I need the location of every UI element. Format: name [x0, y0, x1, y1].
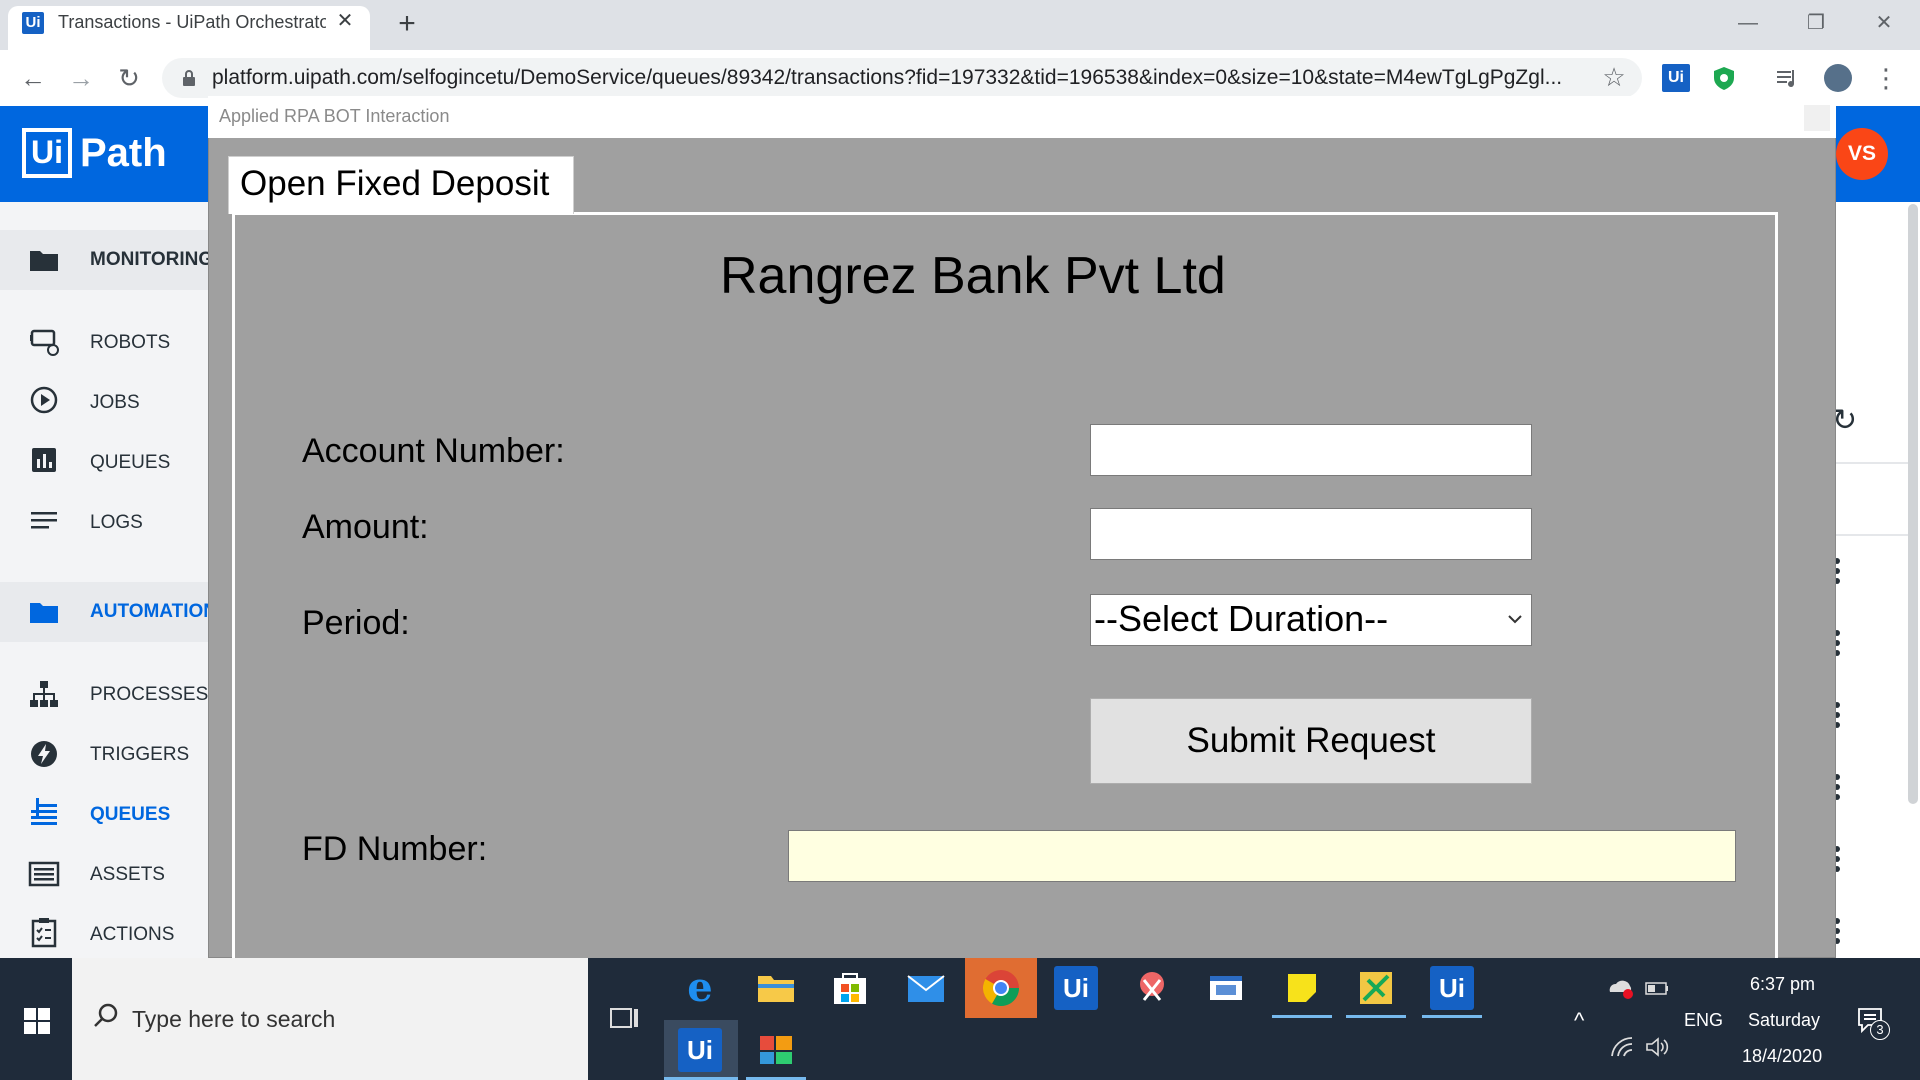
taskbar-search-placeholder: Type here to search — [132, 1006, 336, 1032]
row-divider — [1836, 534, 1908, 536]
media-control-icon[interactable] — [1774, 64, 1802, 92]
folder-icon — [30, 603, 58, 623]
running-indicator — [1272, 1015, 1332, 1018]
uipath-logo-text: Path — [80, 131, 167, 175]
hierarchy-icon — [30, 681, 58, 707]
chrome-icon[interactable] — [979, 966, 1023, 1010]
folder-icon — [30, 251, 58, 271]
uipath-favicon-icon: Ui — [22, 12, 44, 34]
search-icon — [94, 1003, 118, 1027]
uipath-extension-icon[interactable]: Ui — [1662, 64, 1690, 92]
uipath-logo[interactable]: Ui — [22, 128, 72, 178]
page-scrollbar[interactable] — [1908, 204, 1918, 804]
bank-name-heading: Rangrez Bank Pvt Ltd — [720, 247, 1226, 305]
clock-date[interactable]: 18/4/2020 — [1742, 1046, 1822, 1067]
tab-title[interactable]: Transactions - UiPath Orchestrator — [58, 12, 326, 36]
account-number-input[interactable] — [1090, 424, 1532, 476]
bookmark-star-icon[interactable]: ☆ — [1598, 62, 1630, 94]
sidebar-item-jobs[interactable]: JOBS — [90, 392, 140, 414]
input-language[interactable]: ENG — [1684, 1010, 1723, 1031]
mail-icon[interactable] — [904, 966, 948, 1010]
period-selected-value: --Select Duration-- — [1094, 598, 1389, 639]
sidebar-label-monitoring: MONITORING — [90, 249, 214, 270]
uipath-robot-icon[interactable]: Ui — [1430, 966, 1474, 1010]
shield-extension-icon[interactable] — [1710, 64, 1738, 92]
app-window-icon[interactable] — [1204, 966, 1248, 1010]
snipping-tool-icon[interactable] — [1130, 966, 1174, 1010]
notification-count-badge: 3 — [1870, 1020, 1890, 1040]
sidebar-item-processes[interactable]: PROCESSES — [90, 684, 208, 706]
lightning-icon — [31, 741, 57, 767]
dialog-title: Applied RPA BOT Interaction — [219, 106, 450, 126]
robot-icon — [30, 329, 59, 356]
reload-icon[interactable]: ↻ — [112, 62, 146, 96]
profile-avatar-icon[interactable] — [1824, 64, 1852, 92]
uipath-studio-icon[interactable] — [1354, 966, 1398, 1010]
period-label: Period: — [302, 604, 410, 642]
bar-chart-icon — [32, 448, 56, 472]
sidebar-item-queues-monitoring[interactable]: QUEUES — [90, 452, 170, 474]
uipath-assistant-icon[interactable]: Ui — [1054, 966, 1098, 1010]
new-tab-icon[interactable]: + — [390, 8, 424, 42]
sidebar-item-queues[interactable]: QUEUES — [90, 804, 170, 826]
browser-menu-icon[interactable]: ⋮ — [1872, 64, 1900, 92]
task-view-icon[interactable] — [608, 1002, 642, 1036]
queue-stack-icon — [31, 798, 57, 825]
start-button[interactable] — [0, 958, 72, 1080]
uipath-window-icon[interactable]: Ui — [678, 1028, 722, 1072]
edge-icon[interactable]: e — [678, 966, 722, 1010]
app-icon[interactable] — [754, 1028, 798, 1072]
running-indicator — [1346, 1015, 1406, 1018]
assets-list-icon — [28, 861, 60, 887]
restore-icon[interactable]: ❐ — [1788, 6, 1844, 40]
windows-logo-icon — [24, 1008, 50, 1034]
tab-close-icon[interactable]: ✕ — [332, 8, 358, 34]
file-explorer-icon[interactable] — [754, 966, 798, 1010]
list-icon — [31, 512, 57, 529]
sidebar — [0, 202, 210, 958]
amount-input[interactable] — [1090, 508, 1532, 560]
sidebar-item-assets[interactable]: ASSETS — [90, 864, 165, 886]
onedrive-error-icon[interactable] — [1606, 976, 1636, 1000]
submit-request-button[interactable]: Submit Request — [1090, 698, 1532, 784]
battery-icon[interactable] — [1644, 978, 1670, 998]
amount-label: Amount: — [302, 508, 429, 546]
store-icon[interactable] — [828, 966, 872, 1010]
tab-label: Open Fixed Deposit — [240, 164, 550, 203]
dialog-close-button[interactable] — [1804, 105, 1830, 131]
sidebar-item-triggers[interactable]: TRIGGERS — [90, 744, 189, 766]
volume-icon[interactable] — [1644, 1036, 1670, 1058]
url-text[interactable]: platform.uipath.com/selfogincetu/DemoSer… — [212, 66, 1572, 92]
sidebar-item-robots[interactable]: ROBOTS — [90, 332, 170, 354]
running-indicator — [1422, 1015, 1482, 1018]
clipboard-check-icon — [31, 918, 57, 948]
window-close-icon[interactable]: ✕ — [1856, 6, 1912, 40]
wifi-icon[interactable] — [1610, 1036, 1636, 1058]
user-avatar[interactable]: VS — [1836, 128, 1888, 180]
refresh-icon[interactable]: ↻ — [1832, 406, 1862, 436]
account-number-label: Account Number: — [302, 432, 565, 470]
play-circle-icon — [30, 386, 58, 414]
minimize-icon[interactable]: — — [1720, 6, 1776, 40]
sidebar-item-logs[interactable]: LOGS — [90, 512, 143, 534]
chevron-down-icon — [1508, 615, 1522, 624]
sidebar-item-actions[interactable]: ACTIONS — [90, 924, 174, 946]
clock-time[interactable]: 6:37 pm — [1750, 974, 1815, 995]
clock-day[interactable]: Saturday — [1748, 1010, 1820, 1031]
back-icon[interactable]: ← — [16, 62, 50, 96]
dialog-titlebar[interactable] — [208, 96, 1836, 138]
forward-icon[interactable]: → — [64, 62, 98, 96]
row-divider — [1836, 462, 1908, 464]
fd-number-field — [788, 830, 1736, 882]
show-hidden-icons-chevron-icon[interactable]: ^ — [1574, 1008, 1584, 1034]
fd-number-label: FD Number: — [302, 830, 488, 868]
sticky-notes-icon[interactable] — [1280, 966, 1324, 1010]
lock-icon — [183, 70, 195, 86]
